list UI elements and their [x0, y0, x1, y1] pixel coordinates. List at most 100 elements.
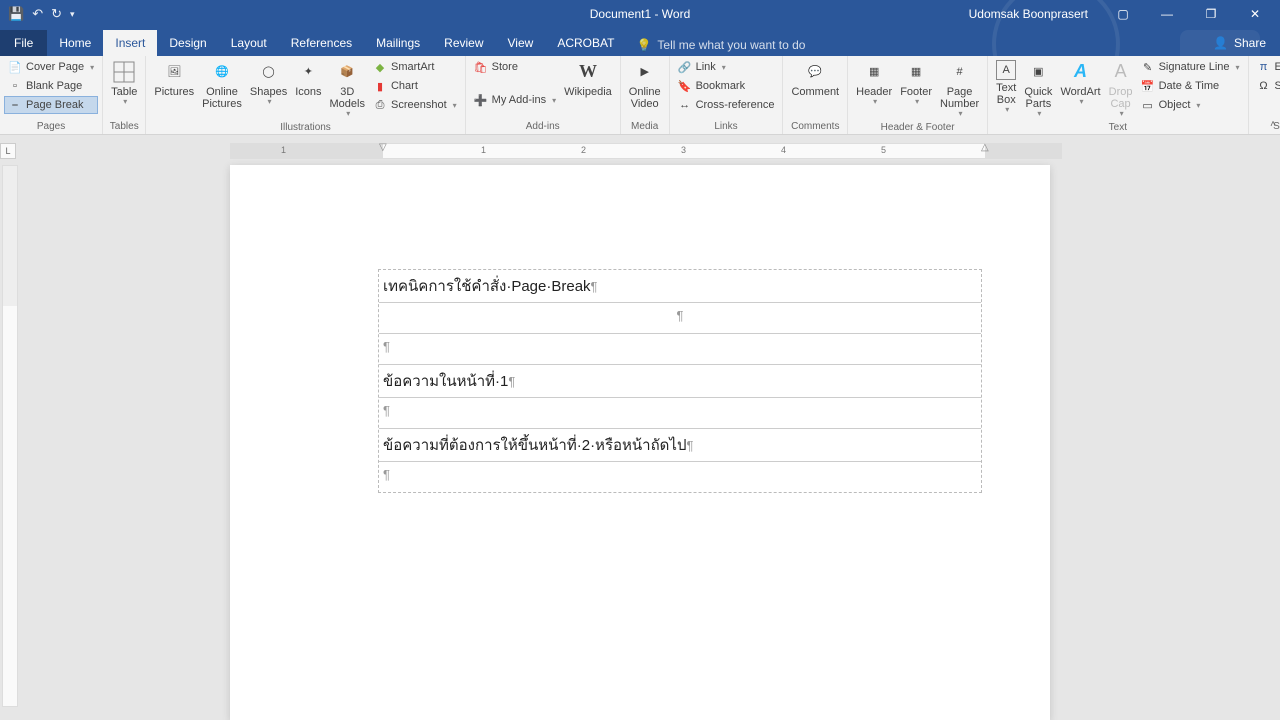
- store-button[interactable]: 🛍Store: [470, 58, 560, 76]
- title-bar: 💾 ↶ ↻ ▾ Document1 - Word Udomsak Boonpra…: [0, 0, 1280, 28]
- minimize-button[interactable]: —: [1148, 0, 1186, 28]
- group-comments-label: Comments: [791, 119, 839, 134]
- cross-reference-label: Cross-reference: [696, 99, 775, 111]
- screenshot-button[interactable]: ⎙Screenshot▾: [369, 96, 461, 114]
- cross-reference-button[interactable]: ↔Cross-reference: [674, 96, 779, 114]
- link-label: Link: [696, 61, 716, 73]
- online-video-icon: ▶: [633, 60, 657, 84]
- undo-icon[interactable]: ↶: [32, 6, 43, 22]
- document-title: Document1 - Word: [590, 7, 690, 21]
- table-row[interactable]: ¶: [379, 334, 981, 365]
- maximize-button[interactable]: ❐: [1192, 0, 1230, 28]
- quick-parts-button[interactable]: ▣Quick Parts▾: [1020, 58, 1056, 121]
- document-table[interactable]: เทคนิคการใช้คำสั่ง·Page·Break¶¶¶ข้อความใ…: [378, 269, 982, 493]
- header-button[interactable]: ▦Header▾: [852, 58, 896, 109]
- page-break-button[interactable]: ⎯Page Break: [4, 96, 98, 114]
- quick-parts-label: Quick Parts: [1024, 86, 1052, 110]
- bookmark-button[interactable]: 🔖Bookmark: [674, 77, 779, 95]
- row-text: เทคนิคการใช้คำสั่ง·Page·Break: [383, 278, 591, 295]
- table-row[interactable]: เทคนิคการใช้คำสั่ง·Page·Break¶: [379, 270, 981, 303]
- tab-home[interactable]: Home: [47, 30, 103, 56]
- table-row[interactable]: ข้อความที่ต้องการให้ขึ้นหน้าที่·2·หรือหน…: [379, 429, 981, 462]
- document-page[interactable]: เทคนิคการใช้คำสั่ง·Page·Break¶¶¶ข้อความใ…: [230, 165, 1050, 720]
- table-button[interactable]: Table▾: [107, 58, 141, 109]
- wikipedia-button[interactable]: WWikipedia: [560, 58, 616, 100]
- paragraph-mark-icon: ¶: [677, 308, 684, 323]
- chart-button[interactable]: ▮Chart: [369, 77, 461, 95]
- link-button[interactable]: 🔗Link▾: [674, 58, 779, 76]
- cover-page-button[interactable]: 📄Cover Page▾: [4, 58, 98, 76]
- online-pictures-button[interactable]: 🌐Online Pictures: [198, 58, 246, 112]
- tab-layout[interactable]: Layout: [219, 30, 279, 56]
- pictures-button[interactable]: 🖼Pictures: [150, 58, 198, 100]
- signature-line-button[interactable]: ✎Signature Line▾: [1137, 58, 1244, 76]
- date-time-button[interactable]: 📅Date & Time: [1137, 77, 1244, 95]
- tab-design[interactable]: Design: [157, 30, 218, 56]
- tell-me-search[interactable]: 💡 Tell me what you want to do: [636, 38, 805, 56]
- my-addins-label: My Add-ins: [492, 94, 546, 106]
- qa-customize-icon[interactable]: ▾: [70, 9, 75, 20]
- tab-view[interactable]: View: [496, 30, 546, 56]
- equation-button[interactable]: πEquation▾: [1253, 58, 1280, 76]
- chart-label: Chart: [391, 80, 418, 92]
- tab-insert[interactable]: Insert: [103, 30, 157, 56]
- table-row[interactable]: ¶: [379, 462, 981, 492]
- wordart-button[interactable]: AWordArt▾: [1056, 58, 1104, 109]
- icons-button[interactable]: ✦Icons: [291, 58, 325, 100]
- collapse-ribbon-icon[interactable]: ˄: [1270, 119, 1276, 130]
- page-number-icon: #: [948, 60, 972, 84]
- blank-page-button[interactable]: ▫ Blank Page: [4, 77, 98, 95]
- online-video-button[interactable]: ▶Online Video: [625, 58, 665, 112]
- tab-references[interactable]: References: [279, 30, 364, 56]
- drop-cap-button[interactable]: ADrop Cap▾: [1105, 58, 1137, 121]
- footer-icon: ▦: [904, 60, 928, 84]
- group-addins: 🛍Store ➕My Add-ins▾ WWikipedia Add-ins: [466, 56, 621, 134]
- symbol-icon: Ω: [1257, 79, 1271, 93]
- table-row[interactable]: ¶: [379, 303, 981, 334]
- tab-selector[interactable]: L: [0, 143, 16, 159]
- shapes-icon: ◯: [257, 60, 281, 84]
- comment-button[interactable]: 💬Comment: [787, 58, 843, 100]
- group-media-label: Media: [631, 119, 658, 134]
- ribbon: 📄Cover Page▾ ▫ Blank Page ⎯Page Break Pag…: [0, 56, 1280, 135]
- symbol-button[interactable]: ΩSymbol▾: [1253, 77, 1280, 95]
- blank-page-icon: ▫: [8, 79, 22, 93]
- indent-marker-right[interactable]: △: [981, 142, 989, 153]
- blank-page-label: Blank Page: [26, 80, 82, 92]
- indent-marker-left[interactable]: ▽: [379, 142, 387, 153]
- screenshot-label: Screenshot: [391, 99, 447, 111]
- save-icon[interactable]: 💾: [8, 6, 24, 22]
- table-row[interactable]: ¶: [379, 398, 981, 429]
- group-illustrations: 🖼Pictures 🌐Online Pictures ◯Shapes▾ ✦Ico…: [146, 56, 465, 134]
- group-links: 🔗Link▾ 🔖Bookmark ↔Cross-reference Links: [670, 56, 784, 134]
- text-box-button[interactable]: AText Box▾: [992, 58, 1020, 117]
- table-row[interactable]: ข้อความในหน้าที่·1¶: [379, 365, 981, 398]
- screenshot-icon: ⎙: [373, 98, 387, 112]
- group-illustrations-label: Illustrations: [280, 120, 331, 135]
- tab-file[interactable]: File: [0, 30, 47, 56]
- bookmark-icon: 🔖: [678, 79, 692, 93]
- object-button[interactable]: ▭Object▾: [1137, 96, 1244, 114]
- my-addins-button[interactable]: ➕My Add-ins▾: [470, 91, 560, 109]
- smartart-button[interactable]: ◆SmartArt: [369, 58, 461, 76]
- shapes-button[interactable]: ◯Shapes▾: [246, 58, 291, 109]
- group-pages: 📄Cover Page▾ ▫ Blank Page ⎯Page Break Pag…: [0, 56, 103, 134]
- vertical-ruler[interactable]: [2, 165, 18, 707]
- text-box-label: Text Box: [996, 82, 1016, 106]
- redo-icon[interactable]: ↻: [51, 6, 62, 22]
- group-pages-label: Pages: [37, 119, 65, 134]
- horizontal-ruler[interactable]: ▽ △ 1 1 2 3 4 5: [20, 143, 1280, 159]
- tab-acrobat[interactable]: ACROBAT: [545, 30, 626, 56]
- my-addins-icon: ➕: [474, 93, 488, 107]
- close-button[interactable]: ✕: [1236, 0, 1274, 28]
- 3d-models-button[interactable]: 📦3D Models▾: [326, 58, 369, 121]
- group-tables: Table▾ Tables: [103, 56, 146, 134]
- smartart-icon: ◆: [373, 60, 387, 74]
- pictures-icon: 🖼: [162, 60, 186, 84]
- date-time-label: Date & Time: [1159, 80, 1220, 92]
- page-number-button[interactable]: #Page Number▾: [936, 58, 983, 121]
- footer-button[interactable]: ▦Footer▾: [896, 58, 936, 109]
- tab-review[interactable]: Review: [432, 30, 495, 56]
- tab-mailings[interactable]: Mailings: [364, 30, 432, 56]
- signature-line-icon: ✎: [1141, 60, 1155, 74]
